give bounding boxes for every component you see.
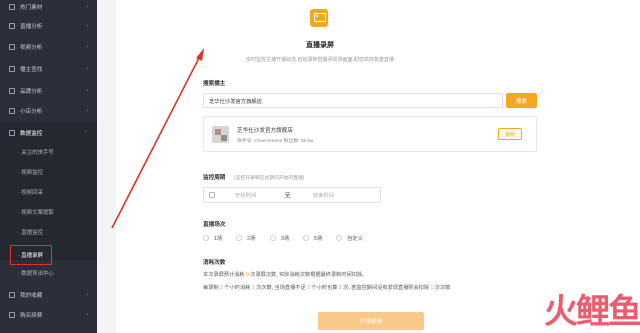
anchor-name: 芝华仕沙发官方旗舰店 (237, 128, 293, 134)
radio-icon (203, 235, 209, 241)
radio-icon (270, 235, 276, 241)
end-time-input[interactable]: 结束时间 (313, 191, 334, 199)
sidebar-subitem-label: · 视频监控 (18, 170, 43, 176)
sidebar-item-label: 品牌分析 (20, 89, 43, 95)
sidebar-item-label: 小店分析 (20, 109, 43, 115)
session-option-5[interactable]: 5场 (303, 234, 322, 242)
session-option-2[interactable]: 2场 (236, 234, 255, 242)
shop-icon (9, 108, 15, 114)
sessions-section-label: 直播场次 (203, 222, 226, 228)
chevron-right-icon: › (86, 4, 88, 10)
monitor-hint: (监控开录制在此期间开始的直播) (234, 176, 305, 181)
sidebar-item-label: 视频分析 (20, 45, 43, 51)
watermark-logo: 火鲤鱼 (544, 292, 640, 332)
sidebar-subitem-live-monitor[interactable]: · 直播监控 (0, 225, 97, 239)
consume-text: 次次数, 当场直播不足 (254, 285, 308, 291)
anchor-card: 芝华仕沙发官方旗舰店 快手号: CheersHome 粉丝数: 38.5w 删除 (203, 116, 537, 152)
sidebar-item-video-analysis[interactable]: 视频分析 › (0, 40, 97, 54)
sidebar-item-data-monitor[interactable]: 数据监控 ⌃ (0, 126, 97, 140)
session-option-3[interactable]: 3场 (270, 234, 289, 242)
sidebar-item-brand-analysis[interactable]: 品牌分析 › (0, 84, 97, 98)
consume-text: 个小时消耗 (222, 285, 252, 291)
annotation-highlight-box (10, 245, 52, 265)
session-option-label: 自定义 (347, 236, 363, 242)
sidebar-subitem-label: · 视频文案提取 (18, 210, 54, 216)
consume-text: 次录屏次数, 实际消耗次数根据最终录制时间扣除。 (248, 272, 368, 278)
sidebar: 热门素材 › 直播分析 › 视频分析 › 播主查找 › 品牌分析 › 小店分析 … (0, 0, 97, 333)
chevron-up-icon: ⌃ (83, 130, 88, 136)
sidebar-item-favorites[interactable]: 我的收藏 › (0, 288, 97, 302)
search-button[interactable]: 搜索 (506, 93, 537, 108)
consume-text: 每录制 (203, 285, 221, 291)
range-separator: 至 (285, 193, 291, 199)
delete-button[interactable]: 删除 (498, 128, 522, 140)
session-option-custom[interactable]: 自定义 (336, 234, 363, 242)
fire-icon (9, 4, 15, 10)
sidebar-item-live-analysis[interactable]: 直播分析 › (0, 19, 97, 33)
cart-icon (9, 312, 15, 318)
sidebar-item-label: 数据监控 (20, 131, 43, 137)
sidebar-item-anchor-search[interactable]: 播主查找 › (0, 62, 97, 76)
sidebar-item-label: 直播分析 (20, 24, 43, 30)
consume-text: 本次录屏预计消耗 (203, 272, 246, 278)
session-option-label: 3场 (281, 236, 290, 242)
sidebar-subitem-label: · 直播监控 (18, 230, 43, 236)
chevron-right-icon: › (86, 292, 88, 298)
chevron-right-icon: › (86, 44, 88, 50)
radio-icon (303, 235, 309, 241)
page-title: 直播录屏 (306, 42, 334, 49)
chevron-right-icon: › (86, 312, 88, 318)
sidebar-subitem-followed-accounts[interactable]: · 关注的快手号 (0, 145, 97, 159)
sidebar-subitem-export-center[interactable]: · 数据导出中心 (0, 266, 97, 280)
chevron-right-icon: › (86, 88, 88, 94)
sidebar-subitem-label: · 视频回采 (18, 190, 43, 196)
brand-icon (9, 88, 15, 94)
consume-section-label: 消耗次数 (203, 260, 226, 266)
date-range-picker[interactable]: 开始时间 至 结束时间 (203, 187, 381, 203)
search-input[interactable]: 芝华仕沙发官方旗舰店 (203, 93, 503, 108)
consume-text: 次, 若监控期间没有发现直播则会扣除 (341, 285, 431, 291)
consume-line-1: 本次录屏预计消耗 0 次录屏次数, 实际消耗次数根据最终录制时间扣除。 (203, 271, 367, 278)
search-section-label: 搜索播主 (203, 81, 226, 87)
chevron-right-icon: › (86, 66, 88, 72)
radio-icon (336, 235, 342, 241)
radio-icon (236, 235, 242, 241)
anchor-meta: 快手号: CheersHome 粉丝数: 38.5w (237, 139, 314, 144)
chevron-right-icon: › (86, 23, 88, 29)
sidebar-item-label: 播主查找 (20, 67, 43, 73)
star-icon (9, 292, 15, 298)
sidebar-subitem-label: · 关注的快手号 (18, 150, 54, 156)
sidebar-item-label: 我的收藏 (20, 293, 43, 299)
start-recording-button[interactable]: 开始录制 (318, 312, 424, 330)
sidebar-subitem-video-backtrack[interactable]: · 视频回采 (0, 185, 97, 199)
session-option-label: 1场 (214, 236, 223, 242)
sidebar-item-purchase[interactable]: 购买续费 › (0, 308, 97, 322)
page-subtitle: 实时监控主播开播状态,自动录制直播间现场画面,助您高效复盘直播 (246, 57, 394, 63)
consume-text: 个小时也算 (309, 285, 339, 291)
calendar-icon (209, 192, 215, 198)
sidebar-subitem-video-monitor[interactable]: · 视频监控 (0, 165, 97, 179)
sidebar-item-hot-materials[interactable]: 热门素材 › (0, 0, 97, 14)
sidebar-subitem-label: · 数据导出中心 (18, 271, 54, 277)
session-option-label: 2场 (247, 236, 256, 242)
search-icon (9, 66, 15, 72)
consume-line-2: 每录制 2 个小时消耗 1 次次数, 当场直播不足 2 个小时也算 1 次, 若… (203, 284, 450, 291)
consume-text: 次次数 (433, 285, 451, 291)
chevron-right-icon: › (86, 108, 88, 114)
monitor-section-label: 监控周期 (203, 175, 226, 181)
sidebar-item-label: 热门素材 (20, 5, 43, 11)
sidebar-subitem-video-copy-extract[interactable]: · 视频文案提取 (0, 205, 97, 219)
session-option-label: 5场 (314, 236, 323, 242)
sidebar-item-label: 购买续费 (20, 313, 43, 319)
sidebar-item-shop-analysis[interactable]: 小店分析 › (0, 104, 97, 118)
session-option-1[interactable]: 1场 (203, 234, 222, 242)
monitor-icon (9, 130, 15, 136)
video-icon (9, 44, 15, 50)
avatar (212, 126, 229, 143)
start-time-input[interactable]: 开始时间 (235, 191, 285, 199)
tv-icon (310, 9, 328, 27)
live-icon (9, 23, 15, 29)
